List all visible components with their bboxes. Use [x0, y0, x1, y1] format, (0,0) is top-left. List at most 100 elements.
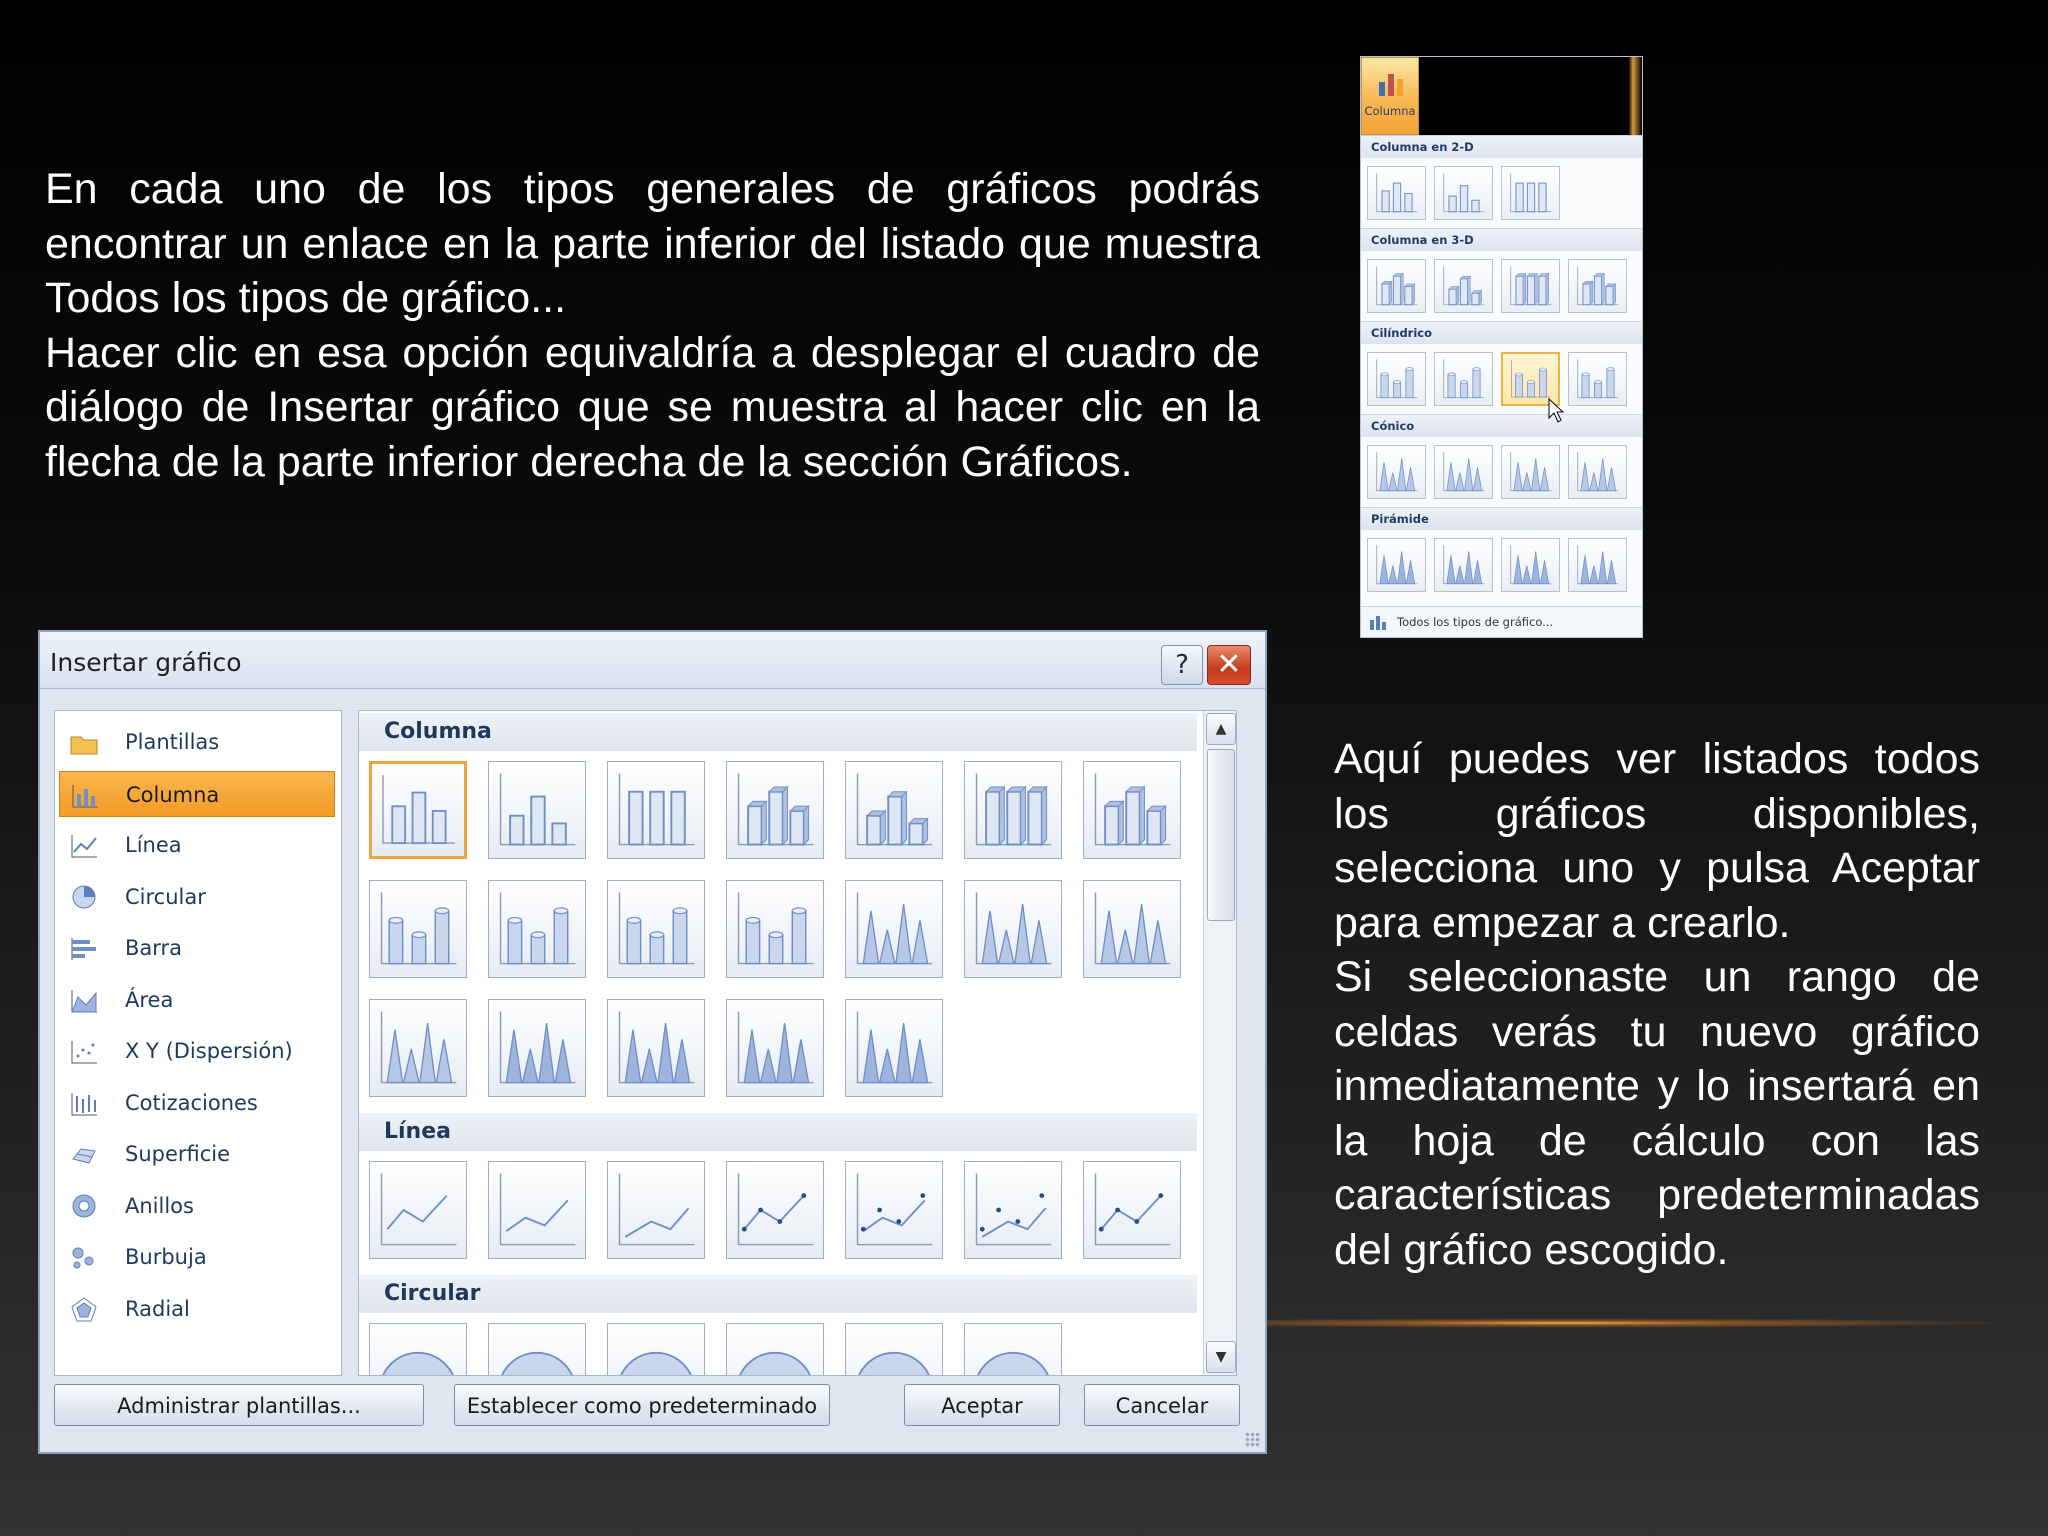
category-item[interactable]: Línea: [59, 822, 335, 868]
chart-subtype-option[interactable]: [607, 880, 705, 978]
gallery-chart-option[interactable]: [1434, 445, 1493, 499]
chart-subtype-option[interactable]: [1083, 880, 1181, 978]
chart-subtype-option[interactable]: [488, 1161, 586, 1259]
gallery-scrollbar[interactable]: ▲ ▼: [1203, 711, 1236, 1375]
chart-subtype-option[interactable]: [845, 880, 943, 978]
gallery-chart-option[interactable]: [1434, 352, 1493, 406]
gallery-chart-option[interactable]: [1367, 538, 1426, 592]
chart-thumbnail-icon: [499, 1173, 576, 1246]
gallery-chart-option[interactable]: [1367, 259, 1426, 313]
cancel-button[interactable]: Cancelar: [1084, 1384, 1240, 1426]
chart-thumbnail-icon: [382, 1351, 454, 1375]
resize-grip[interactable]: [1245, 1432, 1261, 1448]
close-button[interactable]: ✕: [1207, 645, 1251, 685]
chart-category-list: Plantillas Columna Línea Circular Barra Área X…: [54, 710, 342, 1376]
chart-subtype-option[interactable]: [607, 1323, 705, 1375]
chart-subtype-option[interactable]: [369, 1323, 467, 1375]
category-item[interactable]: Columna: [59, 770, 335, 817]
chart-subtype-option[interactable]: [1083, 1161, 1181, 1259]
category-label: Área: [125, 987, 174, 1012]
category-item[interactable]: X Y (Dispersión): [59, 1028, 335, 1074]
chart-thumbnail-icon: [856, 1011, 933, 1084]
category-label: X Y (Dispersión): [125, 1039, 293, 1063]
category-item[interactable]: Barra: [59, 925, 335, 971]
gallery-chart-option[interactable]: [1568, 538, 1627, 592]
gallery-chart-option[interactable]: [1367, 352, 1426, 406]
category-item[interactable]: Burbuja: [59, 1234, 335, 1280]
gallery-chart-option[interactable]: [1568, 445, 1627, 499]
insert-chart-dialog: Insertar gráfico ? ✕ Plantillas Columna Lí…: [38, 630, 1267, 1454]
ribbon-strip: [1419, 57, 1642, 135]
chart-subtype-option[interactable]: [488, 761, 586, 859]
gallery-section-header: Cilíndrico: [1361, 321, 1642, 344]
gallery-chart-option[interactable]: [1434, 259, 1493, 313]
chart-thumbnail-icon: [1443, 452, 1485, 492]
gallery-chart-option[interactable]: [1434, 538, 1493, 592]
chart-subtype-option[interactable]: [369, 999, 467, 1097]
chart-subtype-option[interactable]: [726, 1323, 824, 1375]
scroll-up-button[interactable]: ▲: [1206, 713, 1236, 745]
chart-subtype-option[interactable]: [845, 999, 943, 1097]
category-item[interactable]: Anillos: [59, 1183, 335, 1229]
chart-subtype-option[interactable]: [369, 1161, 467, 1259]
dialog-titlebar[interactable]: Insertar gráfico ? ✕: [40, 632, 1265, 689]
chart-subtype-option[interactable]: [726, 1161, 824, 1259]
category-label: Radial: [125, 1296, 190, 1321]
surface-chart-icon: [72, 1148, 96, 1164]
gallery-chart-option[interactable]: [1501, 166, 1560, 220]
chart-subtype-option[interactable]: [726, 761, 824, 859]
category-item[interactable]: Superficie: [59, 1131, 335, 1177]
column-chart-icon: [1379, 74, 1403, 96]
column-chart-icon: [72, 784, 98, 807]
chart-subtype-option[interactable]: [488, 880, 586, 978]
gallery-chart-option[interactable]: [1501, 259, 1560, 313]
chart-subtype-option[interactable]: [607, 761, 705, 859]
category-label: Burbuja: [125, 1245, 207, 1269]
chart-thumbnail-icon: [856, 773, 933, 846]
chart-subtype-option[interactable]: [607, 1161, 705, 1259]
gallery-chart-option[interactable]: [1568, 352, 1627, 406]
chart-subtype-option[interactable]: [369, 761, 467, 859]
chart-thumbnail-icon: [1577, 545, 1619, 585]
gallery-section-header: Cónico: [1361, 414, 1642, 437]
category-item[interactable]: Circular: [59, 874, 335, 920]
chart-subtype-option[interactable]: [964, 880, 1062, 978]
category-item[interactable]: Radial: [59, 1286, 335, 1332]
gallery-chart-option[interactable]: [1501, 445, 1560, 499]
set-default-button[interactable]: Establecer como predeterminado: [454, 1384, 830, 1426]
scroll-thumb[interactable]: [1207, 749, 1235, 921]
chart-subtype-option[interactable]: [607, 999, 705, 1097]
chart-thumbnail-icon: [737, 1173, 814, 1246]
chart-subtype-option[interactable]: [964, 761, 1062, 859]
column-ribbon-button[interactable]: Columna: [1361, 57, 1419, 135]
all-chart-types-link[interactable]: Todos los tipos de gráfico...: [1361, 606, 1642, 637]
scroll-down-button[interactable]: ▼: [1206, 1341, 1236, 1373]
chart-subtype-option[interactable]: [845, 1161, 943, 1259]
chart-thumbnail-icon: [1577, 452, 1619, 492]
gallery-row: [1361, 437, 1642, 507]
chart-subtype-option[interactable]: [488, 1323, 586, 1375]
category-item[interactable]: Área: [59, 977, 335, 1023]
gallery-chart-option[interactable]: [1501, 538, 1560, 592]
manage-templates-button[interactable]: Administrar plantillas...: [54, 1384, 424, 1426]
chart-subtype-option[interactable]: [488, 999, 586, 1097]
glow-line: [1260, 1318, 2020, 1328]
gallery-chart-option[interactable]: [1434, 166, 1493, 220]
chart-thumbnail-icon: [975, 773, 1052, 846]
chart-subtype-option[interactable]: [964, 1323, 1062, 1375]
chart-subtype-option[interactable]: [964, 1161, 1062, 1259]
chart-subtype-option[interactable]: [845, 761, 943, 859]
chart-subtype-option[interactable]: [726, 880, 824, 978]
chart-thumbnail-icon: [1443, 359, 1485, 399]
ok-button[interactable]: Aceptar: [904, 1384, 1060, 1426]
gallery-chart-option[interactable]: [1568, 259, 1627, 313]
help-button[interactable]: ?: [1161, 645, 1203, 685]
chart-subtype-option[interactable]: [1083, 761, 1181, 859]
gallery-chart-option[interactable]: [1367, 166, 1426, 220]
category-item[interactable]: Plantillas: [59, 719, 335, 765]
chart-subtype-option[interactable]: [369, 880, 467, 978]
chart-subtype-option[interactable]: [845, 1323, 943, 1375]
category-item[interactable]: Cotizaciones: [59, 1080, 335, 1126]
gallery-chart-option[interactable]: [1367, 445, 1426, 499]
chart-subtype-option[interactable]: [726, 999, 824, 1097]
